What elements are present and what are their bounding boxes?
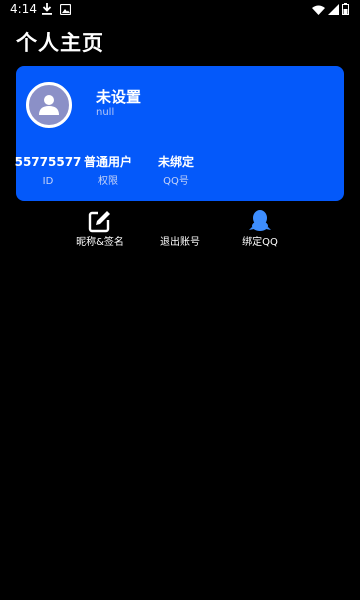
avatar[interactable] — [26, 82, 72, 128]
signal-icon — [328, 4, 339, 15]
wifi-icon — [312, 5, 325, 15]
edit-nickname-signature-label: 昵称&签名 — [76, 237, 124, 248]
edit-icon — [88, 209, 112, 233]
image-icon — [60, 4, 71, 15]
stat-qq-value: 未绑定 — [157, 155, 194, 169]
stat-qq-label: QQ号 — [163, 176, 189, 187]
person-icon — [39, 95, 59, 115]
status-bar: 4:14 — [0, 0, 360, 20]
page-title: 个人主页 — [16, 31, 104, 55]
download-icon — [42, 3, 52, 15]
status-time: 4:14 — [10, 2, 37, 16]
signature: null — [96, 107, 115, 118]
profile-card: 未设置 null 55775577 ID 普通用户 权限 未绑定 QQ号 — [15, 66, 344, 201]
logout-button[interactable]: 退出账号 — [140, 207, 220, 251]
bind-qq-button[interactable]: 绑定QQ — [220, 207, 300, 251]
nickname: 未设置 — [96, 88, 142, 106]
logout-label: 退出账号 — [160, 237, 200, 248]
bind-qq-label: 绑定QQ — [242, 237, 278, 248]
stat-qq: 未绑定 QQ号 — [136, 154, 216, 188]
edit-nickname-signature-button[interactable]: 昵称&签名 — [60, 207, 140, 251]
qq-penguin-icon — [249, 210, 271, 231]
action-row: 昵称&签名 退出账号 绑定QQ — [0, 207, 360, 251]
battery-icon — [342, 3, 349, 15]
